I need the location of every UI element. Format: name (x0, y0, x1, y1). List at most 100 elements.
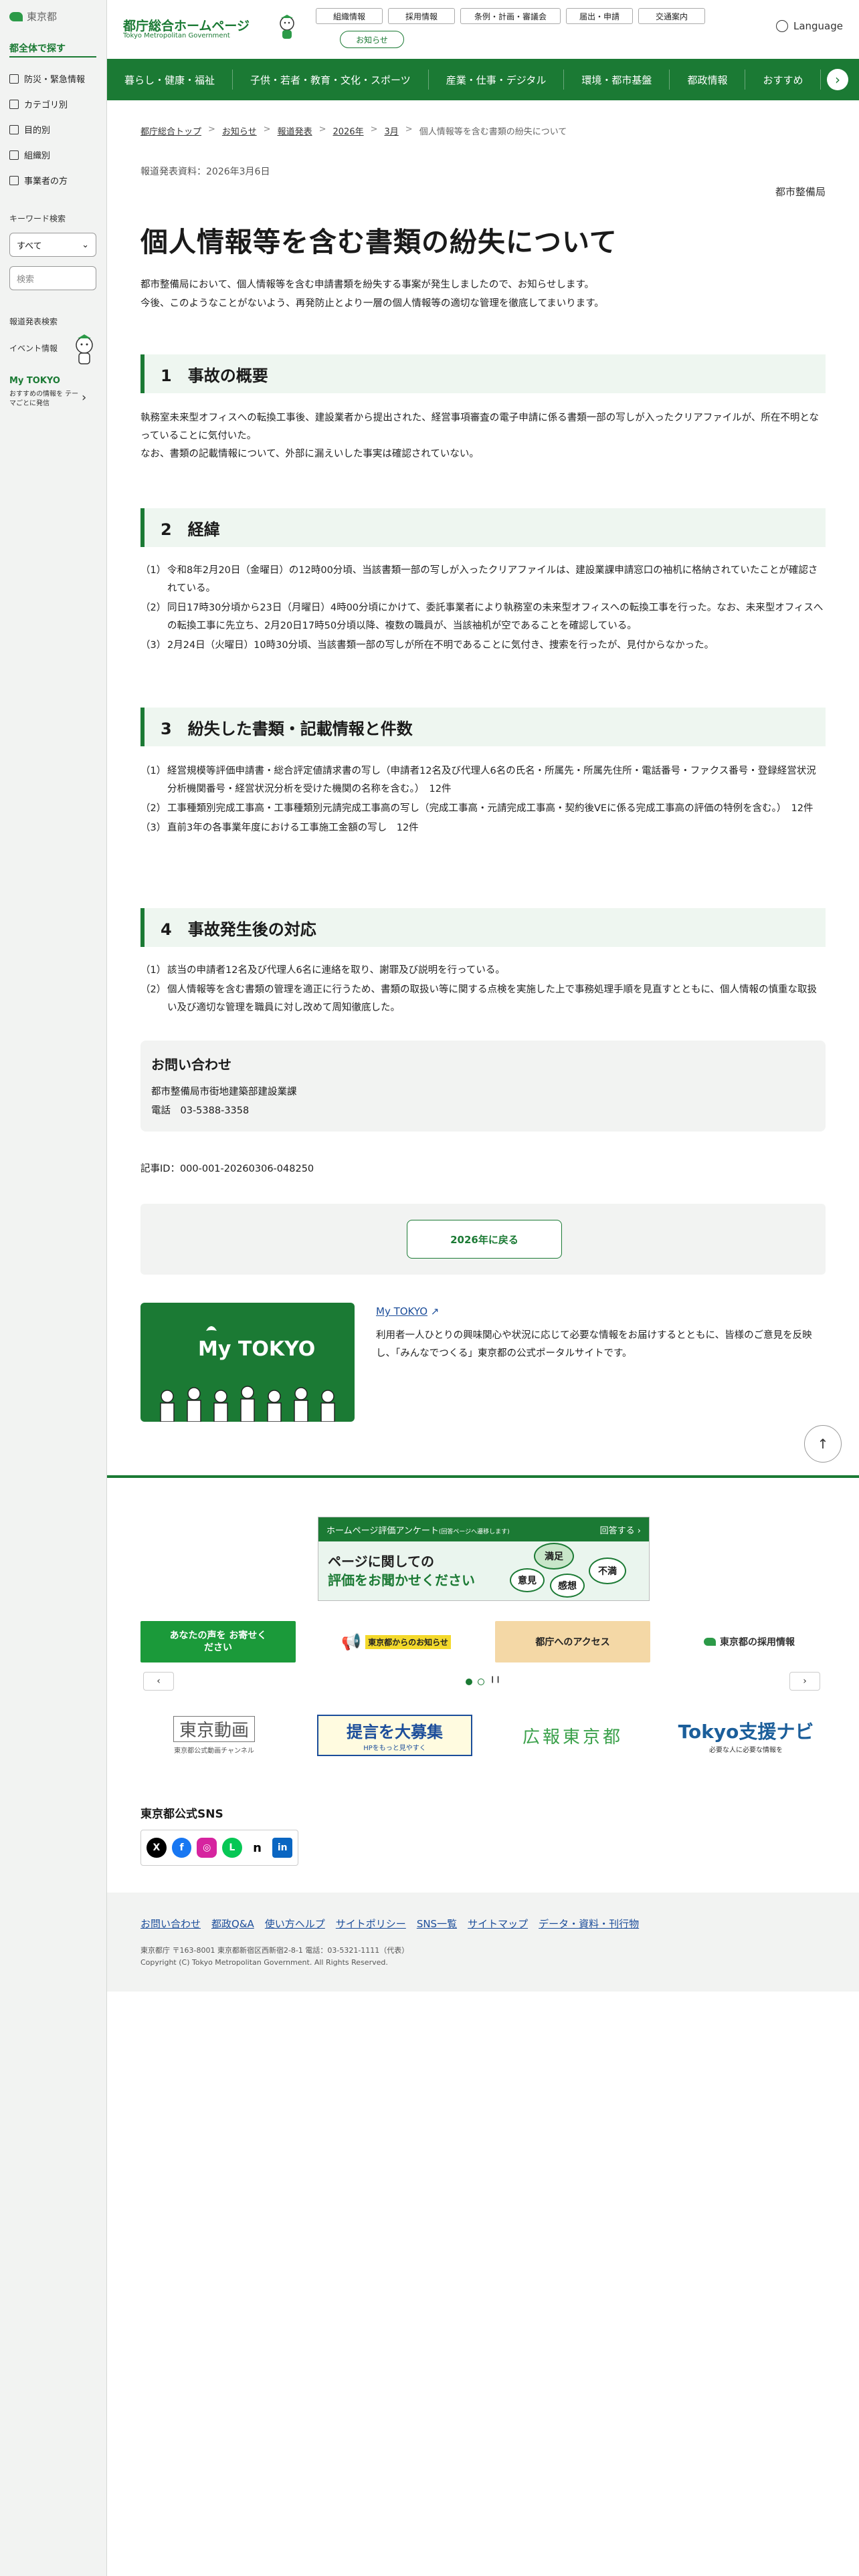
instagram-icon[interactable]: ◎ (197, 1838, 217, 1858)
kouhou-banner[interactable]: 広報東京都 (506, 1715, 640, 1756)
globe-icon (775, 20, 788, 32)
nav-next-button[interactable]: › (827, 69, 848, 90)
breadcrumb-month[interactable]: 3月 (385, 124, 399, 137)
ordinance-button[interactable]: 条例・計画・審議会 (460, 8, 561, 24)
list-text: 個人情報等を含む書類の管理を適正に行うため、書類の取扱い等に関する点検を実施した… (167, 984, 818, 1013)
carousel-dot-active[interactable] (466, 1679, 472, 1685)
search-input[interactable]: 検索 (9, 266, 96, 290)
recruit-button[interactable]: 採用情報 (388, 8, 455, 24)
sidebar-item-organization[interactable]: 組織別 (9, 148, 50, 161)
section-heading: 3 紛失した書類・記載情報と件数 (140, 708, 826, 746)
list-number: （2） (140, 603, 167, 613)
access-banner[interactable]: 都庁へのアクセス (495, 1621, 650, 1662)
sidebar-item-business[interactable]: 事業者の方 (9, 174, 68, 187)
breadcrumb-top[interactable]: 都庁総合トップ (140, 124, 201, 137)
intro-text: 都市整備局において、個人情報等を含む申請書類を紛失する事案が発生しましたので、お… (140, 276, 604, 313)
page-top-button[interactable]: ↑ (804, 1425, 842, 1463)
breadcrumb-notice[interactable]: お知らせ (222, 124, 257, 137)
megaphone-icon: 📢 (341, 1632, 362, 1651)
mytokyo-sidebar-sub: おすすめの情報を テーマごとに発信 (9, 391, 79, 407)
mytokyo-link[interactable]: My TOKYO ↗ (376, 1305, 439, 1317)
list-item: （1） 令和8年2月20日（金曜日）の12時00分頃、当該書類一部の写しが入ったク… (140, 562, 826, 598)
department: 都市整備局 (775, 186, 826, 198)
logo-text: 東京都 (27, 11, 58, 23)
linkedin-icon[interactable]: in (272, 1838, 293, 1858)
language-button[interactable]: Language (775, 20, 843, 32)
nav-item-children[interactable]: 子供・若者・教育・文化・スポーツ (233, 70, 429, 90)
arrow-up-icon: ↑ (817, 1436, 829, 1452)
mytokyo-banner[interactable]: My TOKYO (140, 1303, 355, 1422)
release-date: 報道発表資料：2026年3月6日 (140, 167, 270, 177)
sidebar-item-purpose[interactable]: 目的別 (9, 123, 50, 136)
survey-body: ページに関しての 評価をお聞かせください 満足 意見 感想 不満 (318, 1541, 649, 1600)
nav-item-industry[interactable]: 産業・仕事・デジタル (429, 70, 565, 90)
event-info-link[interactable]: イベント情報 (9, 342, 58, 354)
footer-link-policy[interactable]: サイトポリシー (336, 1917, 406, 1931)
navi-banner[interactable]: Tokyo支援ナビ 必要な人に必要な情報を (669, 1715, 823, 1756)
list-text: 工事種類別完成工事高・工事種類別元請完成工事高の写し（完成工事高・元請完成工事高… (167, 803, 814, 814)
voice-banner[interactable]: あなたの声を お寄せください (140, 1621, 296, 1662)
search-scope-select[interactable]: すべて ⌄ (9, 233, 96, 257)
footer-link-help[interactable]: 使い方ヘルプ (265, 1917, 325, 1931)
navi-logo-text: Tokyo支援ナビ (678, 1720, 814, 1743)
chevron-right-icon: › (82, 391, 87, 405)
list-item: （1） 該当の申請者12名及び代理人6名に連絡を取り、謝罪及び説明を行っている。 (140, 962, 826, 980)
carousel-dot[interactable] (478, 1679, 484, 1685)
notice-banner[interactable]: 📢 東京都からのお知らせ (318, 1621, 474, 1662)
carousel-next-button[interactable]: › (789, 1672, 820, 1691)
list-number: （2） (140, 803, 167, 814)
nav-item-life[interactable]: 暮らし・健康・福祉 (107, 70, 233, 90)
bubble-opinion: 意見 (510, 1568, 545, 1592)
navi-logo-sub: 必要な人に必要な情報を (709, 1746, 783, 1754)
list-item: （1） 経営規模等評価申請書・総合評定値請求書の写し（申請者12名及び代理人6名の… (140, 762, 826, 798)
nav-item-recommend[interactable]: おすすめ (745, 70, 822, 90)
org-info-button[interactable]: 組織情報 (316, 8, 383, 24)
bubble-dissatisfied: 不満 (589, 1558, 626, 1584)
breadcrumb-separator-icon: > (208, 124, 215, 134)
video-logo-text: 東京動画 (173, 1716, 255, 1742)
recruit-banner[interactable]: 東京都の採用情報 (672, 1621, 827, 1662)
teigen-banner[interactable]: 提言を大募集 HPをもっと見やすく (317, 1715, 472, 1756)
footer-link-data[interactable]: データ・資料・刊行物 (539, 1917, 639, 1931)
list-number: （3） (140, 823, 167, 833)
back-box: 2026年に戻る (140, 1204, 826, 1275)
list-item: （3） 2月24日（火曜日）10時30分頃、当該書類一部の写しが所在不明であること… (140, 637, 826, 655)
sidebar-item-category[interactable]: カテゴリ別 (9, 98, 68, 110)
breadcrumb-separator-icon: > (370, 124, 378, 134)
footer-link-sns[interactable]: SNS一覧 (417, 1917, 457, 1931)
carousel-pause-button[interactable]: ❙❙ (490, 1676, 501, 1683)
line-icon[interactable]: L (222, 1838, 242, 1858)
facebook-icon[interactable]: f (171, 1838, 192, 1858)
access-banner-label: 都庁へのアクセス (535, 1637, 610, 1648)
footer-link-sitemap[interactable]: サイトマップ (468, 1917, 528, 1931)
tokyo-logo[interactable]: 東京都 (9, 9, 57, 23)
site-title[interactable]: 都庁総合ホームページ (123, 16, 250, 34)
list-text: 令和8年2月20日（金曜日）の12時00分頃、当該書類一部の写しが入ったクリアフ… (167, 565, 818, 594)
footer-link-contact[interactable]: お問い合わせ (140, 1917, 201, 1931)
application-button[interactable]: 届出・申請 (566, 8, 633, 24)
nav-item-government[interactable]: 都政情報 (670, 70, 746, 90)
access-button[interactable]: 交通案内 (638, 8, 705, 24)
press-search-link[interactable]: 報道発表検索 (9, 316, 58, 327)
back-to-year-button[interactable]: 2026年に戻る (407, 1220, 562, 1259)
breadcrumb-press[interactable]: 報道発表 (278, 124, 312, 137)
paragraph: 執務室未来型オフィスへの転換工事後、建設業者から提出された、経営事項審査の電子申… (140, 413, 819, 441)
survey-banner[interactable]: ホームページ評価アンケート(回答ページへ遷移します) 回答する › ページに関し… (318, 1517, 650, 1601)
sidebar-item-label: カテゴリ別 (24, 100, 68, 110)
section-body: （1） 令和8年2月20日（金曜日）の12時00分頃、当該書類一部の写しが入ったク… (140, 562, 826, 655)
notice-button[interactable]: お知らせ (340, 31, 404, 48)
footer-link-qa[interactable]: 都政Q&A (211, 1917, 254, 1931)
carousel-prev-button[interactable]: ‹ (143, 1672, 174, 1691)
sidebar-item-label: 目的別 (24, 126, 51, 136)
sidebar-item-label: 防災・緊急情報 (24, 75, 86, 85)
nav-item-environment[interactable]: 環境・都市基盤 (564, 70, 670, 90)
note-icon[interactable]: n (247, 1838, 268, 1858)
breadcrumb-year[interactable]: 2026年 (333, 124, 364, 137)
tag-icon (9, 99, 19, 109)
contact-dept: 都市整備局市街地建築部建設業課 (151, 1087, 297, 1097)
mytokyo-sidebar-link[interactable]: My TOKYO おすすめの情報を テーマごとに発信 (9, 376, 83, 409)
list-item: （2） 工事種類別完成工事高・工事種類別元請完成工事高の写し（完成工事高・元請完成… (140, 800, 826, 818)
tokyo-video-banner[interactable]: 東京動画 東京都公式動画チャンネル (147, 1715, 281, 1756)
x-icon[interactable]: X (147, 1838, 167, 1858)
sidebar-item-disaster[interactable]: 防災・緊急情報 (9, 72, 85, 85)
